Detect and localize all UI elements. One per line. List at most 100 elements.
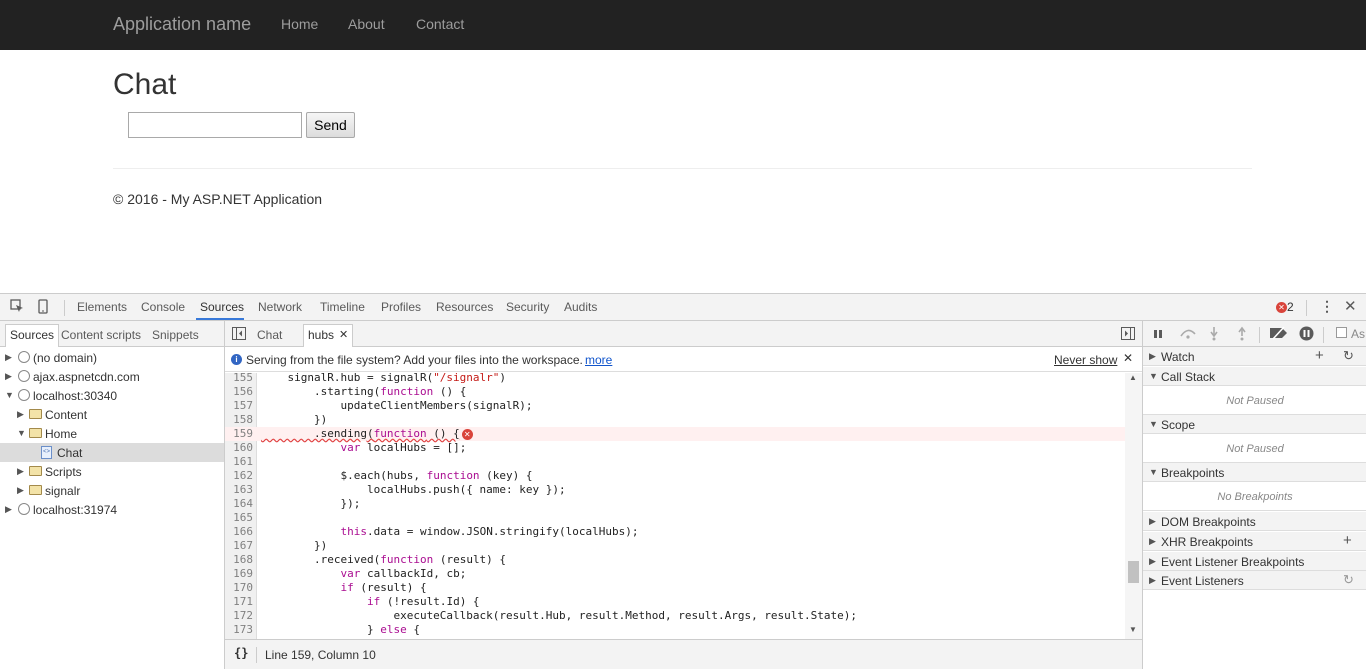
pretty-print-button[interactable]: {} [234,646,248,660]
editor-tab-chat[interactable]: Chat [257,328,282,342]
code-line: 160 var localHubs = []; [233,441,467,454]
send-button[interactable]: Send [306,112,355,138]
code-line: 173 } else { [233,623,420,636]
tab-sources[interactable]: Sources [200,300,244,314]
folder-icon [29,485,42,495]
tab-profiles[interactable]: Profiles [381,300,421,314]
tab-elements[interactable]: Elements [77,300,127,314]
error-counter[interactable]: ✕ 2 [1276,300,1294,314]
add-watch-icon[interactable]: + [1315,347,1324,364]
html-file-icon: <> [41,446,52,459]
xhr-breakpoints-section-header[interactable]: ▶ XHR Breakpoints + [1143,532,1366,551]
expand-icon: ▶ [17,485,24,495]
devtools-toolbar: Elements Console Sources Network Timelin… [0,294,1366,321]
nav-about-link[interactable]: About [348,16,385,32]
tab-audits[interactable]: Audits [564,300,597,314]
refresh-watch-icon[interactable]: ↻ [1343,348,1354,364]
tree-item[interactable]: ▼ localhost:30340 [0,386,224,405]
navigator-tab-content-scripts[interactable]: Content scripts [61,328,141,342]
toggle-debugger-icon[interactable] [1121,327,1135,343]
dom-breakpoints-section-header[interactable]: ▶ DOM Breakpoints [1143,512,1366,531]
tab-timeline[interactable]: Timeline [320,300,365,314]
expand-icon: ▶ [17,466,24,476]
tree-item[interactable]: ▶ signalr [0,481,224,500]
footer-text: © 2016 - My ASP.NET Application [113,191,323,207]
code-line: 171 if (!result.Id) { [233,595,480,608]
code-line: 166 this.data = window.JSON.stringify(lo… [233,525,639,538]
event-listeners-section-header[interactable]: ▶ Event Listeners ↻ [1143,571,1366,590]
navigator-tabs: Sources Content scripts Snippets [0,321,224,347]
brand-link[interactable]: Application name [113,14,251,35]
scroll-up-icon[interactable]: ▲ [1129,373,1137,382]
code-line: 156 .starting(function () { [233,385,467,398]
breakpoints-section-header[interactable]: ▼ Breakpoints [1143,463,1366,482]
editor-tab-hubs[interactable]: hubs ✕ [303,324,353,347]
scroll-thumb[interactable] [1128,561,1139,583]
globe-icon [18,370,30,382]
collapse-icon: ▼ [1149,419,1158,429]
expand-icon: ▶ [17,409,24,419]
nav-contact-link[interactable]: Contact [416,16,464,32]
step-into-icon[interactable] [1209,326,1219,344]
navigator-tab-sources[interactable]: Sources [5,324,60,347]
expand-icon: ▶ [5,371,12,381]
scope-section-header[interactable]: ▼ Scope [1143,415,1366,434]
tree-item[interactable]: ▶ localhost:31974 [0,500,224,519]
never-show-link[interactable]: Never show [1054,353,1117,367]
tab-security[interactable]: Security [506,300,549,314]
step-over-icon[interactable] [1179,326,1197,343]
tree-item-selected[interactable]: <> Chat [0,443,224,462]
event-listener-breakpoints-section-header[interactable]: ▶ Event Listener Breakpoints [1143,552,1366,571]
scroll-down-icon[interactable]: ▼ [1129,625,1137,634]
devtools-panel: Elements Console Sources Network Timelin… [0,293,1366,669]
globe-icon [18,389,30,401]
tree-item[interactable]: ▼ Home [0,424,224,443]
call-stack-section-header[interactable]: ▼ Call Stack [1143,367,1366,386]
device-mode-icon[interactable] [38,299,48,317]
pause-on-exceptions-icon[interactable] [1299,326,1314,344]
collapse-icon: ▼ [1149,371,1158,381]
globe-icon [18,351,30,363]
collapse-icon: ▼ [17,428,26,438]
tree-item[interactable]: ▶ (no domain) [0,348,224,367]
async-checkbox[interactable] [1336,327,1347,338]
step-out-icon[interactable] [1237,326,1247,344]
more-link[interactable]: more [585,353,612,367]
async-label: As [1351,327,1366,341]
close-devtools-icon[interactable]: ✕ [1344,297,1357,315]
tab-network[interactable]: Network [258,300,302,314]
close-infobar-icon[interactable]: ✕ [1123,351,1133,365]
editor-scrollbar[interactable]: ▲ ▼ [1125,373,1142,639]
refresh-listeners-icon[interactable]: ↻ [1343,572,1354,588]
expand-icon: ▶ [5,504,12,514]
tree-item[interactable]: ▶ ajax.aspnetcdn.com [0,367,224,386]
watch-section-header[interactable]: ▶ Watch + ↻ [1143,347,1366,366]
error-marker-icon[interactable]: ✕ [461,428,473,440]
add-xhr-breakpoint-icon[interactable]: + [1343,532,1352,549]
pause-icon[interactable] [1153,327,1163,343]
expand-icon: ▶ [1149,516,1156,526]
more-menu-icon[interactable]: ⋮ [1320,298,1334,315]
expand-icon: ▶ [5,352,12,362]
breakpoints-status: No Breakpoints [1143,483,1366,511]
inspect-element-icon[interactable] [10,299,24,316]
code-editor[interactable]: 155 signalR.hub = signalR("/signalr") 15… [225,373,1125,639]
deactivate-breakpoints-icon[interactable] [1269,326,1289,343]
close-tab-icon[interactable]: ✕ [339,328,348,341]
tree-item[interactable]: ▶ Content [0,405,224,424]
tab-resources[interactable]: Resources [436,300,493,314]
divider [113,168,1252,169]
call-stack-status: Not Paused [1143,387,1366,415]
cursor-position: Line 159, Column 10 [265,648,376,662]
expand-icon: ▶ [1149,556,1156,566]
tab-console[interactable]: Console [141,300,185,314]
tree-item[interactable]: ▶ Scripts [0,462,224,481]
nav-home-link[interactable]: Home [281,16,318,32]
message-input[interactable] [128,112,302,138]
editor-status-bar: {} Line 159, Column 10 [225,639,1142,669]
active-tab-indicator [196,318,244,320]
code-line: 157 updateClientMembers(signalR); [233,399,533,412]
navigator-tab-snippets[interactable]: Snippets [152,328,199,342]
code-line: 168 .received(function (result) { [233,553,507,566]
toggle-navigator-icon[interactable] [232,327,246,343]
